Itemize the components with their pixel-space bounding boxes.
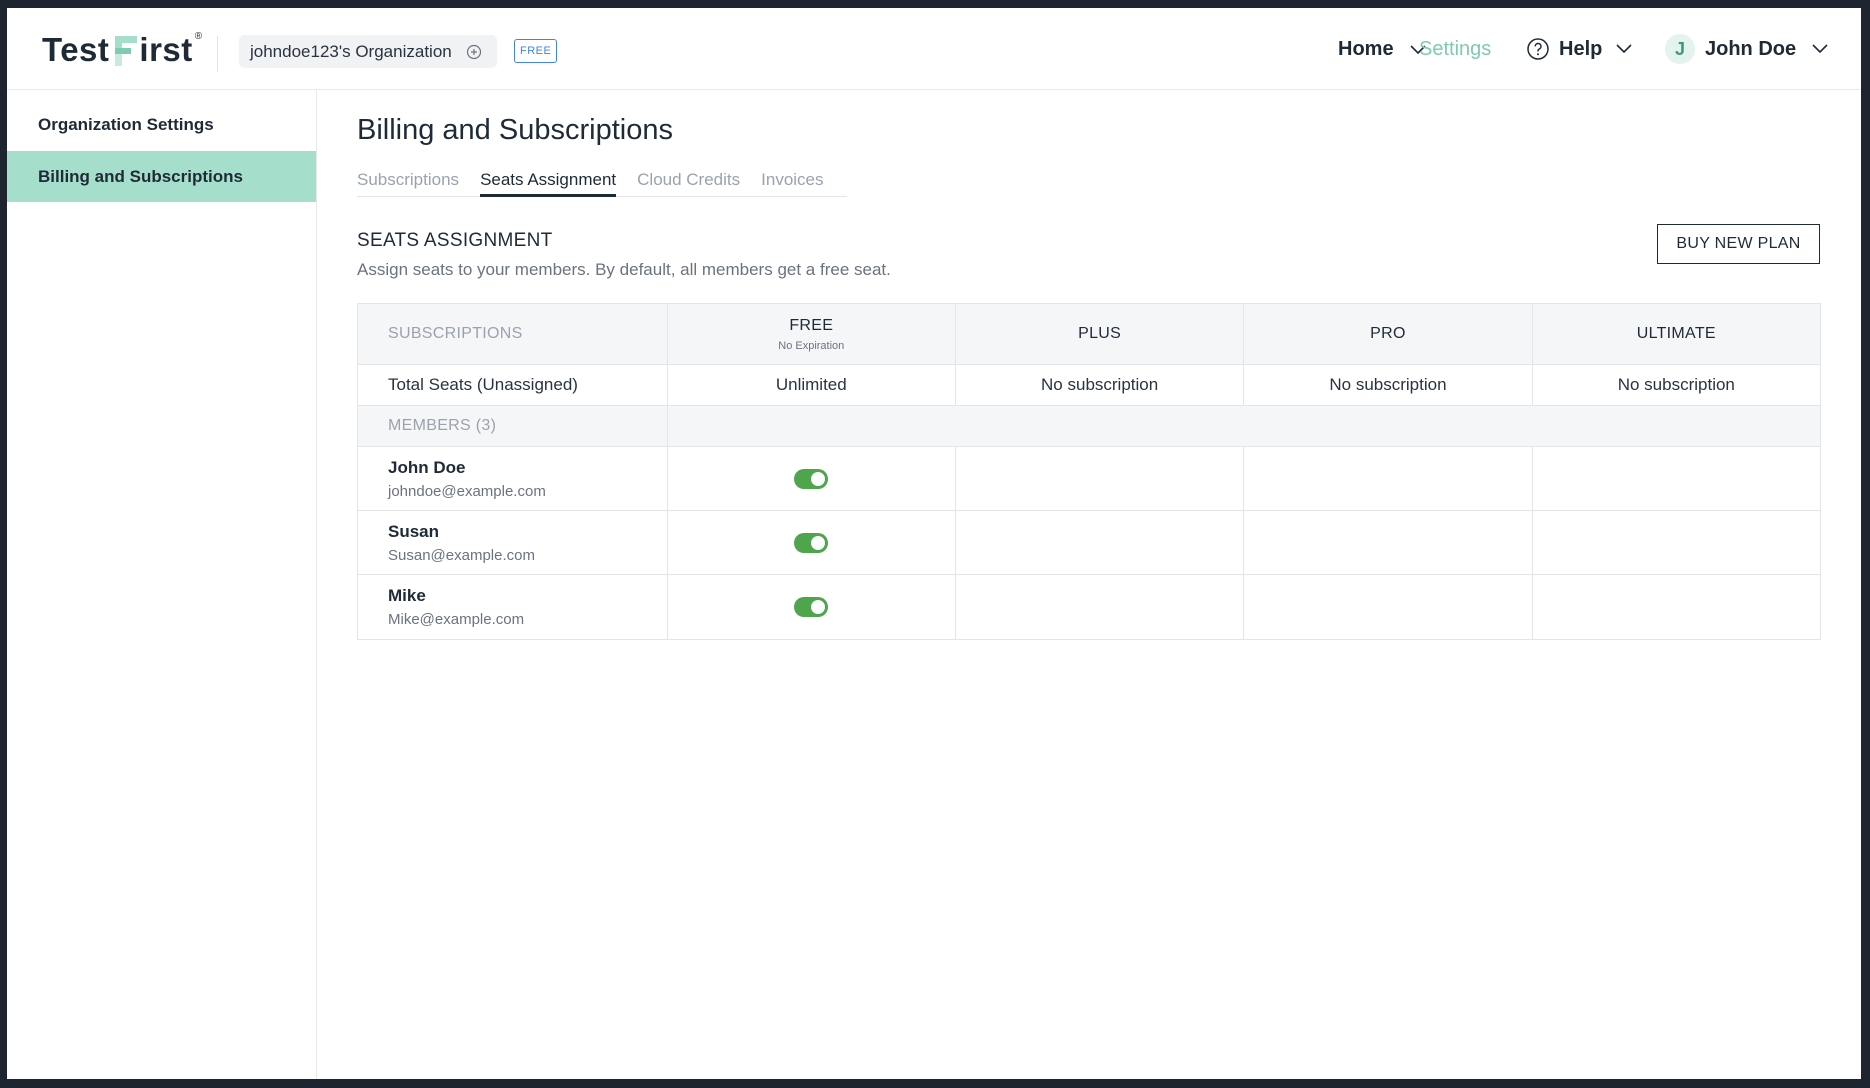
member-name: Susan xyxy=(388,521,440,541)
total-seats-label: Total Seats (Unassigned) xyxy=(388,375,578,394)
tab-seats-assignment[interactable]: Seats Assignment xyxy=(480,162,617,197)
logo-text-irst: irst xyxy=(139,31,193,68)
total-seats-free: Unlimited xyxy=(666,365,955,405)
toggle-knob xyxy=(811,471,826,486)
pro-seat-cell xyxy=(1243,447,1531,510)
logo-f-mark-icon xyxy=(115,36,138,66)
help-circle-icon xyxy=(1527,38,1549,60)
members-count-label: MEMBERS (3) xyxy=(388,417,497,434)
nav-home[interactable]: Home xyxy=(1338,34,1394,64)
logo-text-test: Test xyxy=(42,31,110,68)
organization-name: johndoe123's Organization xyxy=(250,41,452,61)
user-menu[interactable]: J John Doe xyxy=(1665,34,1828,64)
member-info: Mike Mike@example.com xyxy=(388,586,524,628)
header-pro: PRO xyxy=(1243,304,1531,364)
plus-seat-cell xyxy=(954,447,1243,510)
header-free-expiration: No Expiration xyxy=(778,339,845,352)
top-header: Test irst ® johndoe123's Organization FR… xyxy=(7,8,1861,90)
members-header-fill xyxy=(667,406,1820,446)
sidebar-item-billing-and-subscriptions[interactable]: Billing and Subscriptions xyxy=(7,151,316,202)
total-seats-ultimate: No subscription xyxy=(1531,365,1820,405)
add-circle-icon[interactable] xyxy=(466,44,482,60)
header-plus: PLUS xyxy=(954,304,1243,364)
tab-subscriptions[interactable]: Subscriptions xyxy=(357,162,459,196)
member-email: Susan@example.com xyxy=(388,546,535,564)
nav-help-label: Help xyxy=(1559,37,1603,60)
app-window: Test irst ® johndoe123's Organization FR… xyxy=(7,8,1861,1079)
organization-switcher[interactable]: johndoe123's Organization xyxy=(239,35,497,68)
member-name: Mike xyxy=(388,586,426,605)
table-row: John Doe johndoe@example.com xyxy=(358,447,1820,511)
total-seats-plus: No subscription xyxy=(954,365,1243,405)
member-cell: John Doe johndoe@example.com xyxy=(358,447,667,510)
member-cell: Susan Susan@example.com xyxy=(358,511,667,574)
nav-settings[interactable]: Settings xyxy=(1419,34,1491,64)
member-info: John Doe johndoe@example.com xyxy=(388,458,546,500)
member-email: Mike@example.com xyxy=(388,611,525,628)
tab-cloud-credits[interactable]: Cloud Credits xyxy=(637,162,740,196)
total-seats-pro: No subscription xyxy=(1243,365,1531,405)
testfirst-logo[interactable]: Test irst ® xyxy=(42,30,203,70)
ultimate-seat-cell xyxy=(1531,575,1820,639)
table-row: Susan Susan@example.com xyxy=(358,511,1820,575)
free-seat-toggle[interactable] xyxy=(794,597,829,617)
sidebar: Organization Settings Billing and Subscr… xyxy=(7,90,317,1079)
member-name: John Doe xyxy=(388,457,466,477)
member-info: Susan Susan@example.com xyxy=(388,522,535,564)
tab-invoices[interactable]: Invoices xyxy=(761,162,823,196)
user-name: John Doe xyxy=(1705,37,1797,60)
member-cell: Mike Mike@example.com xyxy=(358,575,667,639)
page-title: Billing and Subscriptions xyxy=(357,114,673,146)
registered-mark: ® xyxy=(194,30,203,42)
toggle-knob xyxy=(811,535,826,550)
table-row-total-seats: Total Seats (Unassigned) Unlimited No su… xyxy=(358,365,1820,406)
ultimate-seat-cell xyxy=(1531,447,1820,510)
plan-badge: FREE xyxy=(514,39,558,63)
header-divider xyxy=(217,36,218,72)
table-header-row: SUBSCRIPTIONS FREE No Expiration PLUS PR… xyxy=(358,304,1820,365)
section-title: SEATS ASSIGNMENT xyxy=(357,230,553,251)
plus-seat-cell xyxy=(954,511,1243,574)
toggle-knob xyxy=(811,600,826,614)
seats-table: SUBSCRIPTIONS FREE No Expiration PLUS PR… xyxy=(357,303,1821,640)
header-free-label: FREE xyxy=(789,316,834,334)
table-row-members-header: MEMBERS (3) xyxy=(358,406,1820,447)
free-seat-toggle[interactable] xyxy=(794,468,829,489)
free-seat-cell xyxy=(666,511,955,574)
header-free: FREE No Expiration xyxy=(666,304,955,364)
table-row: Mike Mike@example.com xyxy=(358,575,1820,639)
nav-help[interactable]: Help xyxy=(1527,34,1632,64)
header-subscriptions: SUBSCRIPTIONS xyxy=(388,325,523,342)
tab-bar: Subscriptions Seats Assignment Cloud Cre… xyxy=(357,162,847,197)
buy-new-plan-button[interactable]: BUY NEW PLAN xyxy=(1657,224,1820,264)
ultimate-seat-cell xyxy=(1531,511,1820,574)
free-seat-toggle[interactable] xyxy=(794,532,829,553)
avatar: J xyxy=(1665,34,1695,64)
free-seat-cell xyxy=(666,575,955,639)
section-description: Assign seats to your members. By default… xyxy=(357,260,891,279)
sidebar-item-organization-settings[interactable]: Organization Settings xyxy=(7,99,316,150)
chevron-down-icon xyxy=(1616,44,1632,54)
pro-seat-cell xyxy=(1243,575,1531,639)
free-seat-cell xyxy=(666,447,955,510)
plus-seat-cell xyxy=(954,575,1243,639)
chevron-down-icon xyxy=(1812,44,1828,54)
member-email: johndoe@example.com xyxy=(388,482,546,500)
pro-seat-cell xyxy=(1243,511,1531,574)
header-ultimate: ULTIMATE xyxy=(1531,304,1820,364)
